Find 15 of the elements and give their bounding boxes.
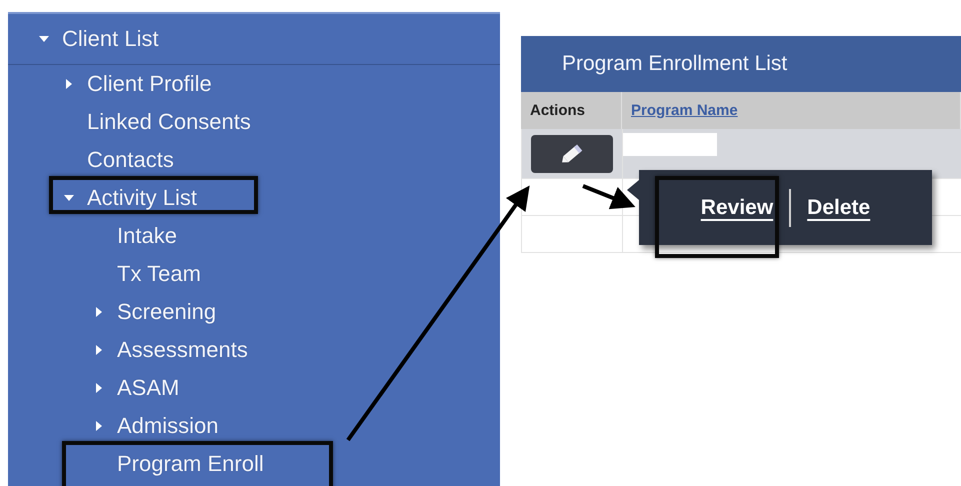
menu-item[interactable]: Screening: [117, 299, 216, 325]
menu-item[interactable]: Admission: [117, 413, 218, 439]
menu-item[interactable]: Program Enroll: [117, 451, 264, 477]
menu-item[interactable]: Intake: [117, 223, 177, 249]
menu-item[interactable]: Activity List: [87, 185, 198, 211]
menu-item[interactable]: Assessments: [117, 337, 248, 363]
panel-title: Program Enrollment List: [521, 36, 961, 92]
action-link[interactable]: Delete: [807, 196, 870, 220]
menu-item[interactable]: Tx Team: [117, 261, 201, 287]
menu-item[interactable]: Contacts: [87, 147, 174, 173]
menu-item[interactable]: Linked Consents: [87, 109, 251, 135]
action-link[interactable]: Review: [700, 196, 774, 220]
menu-item[interactable]: ASAM: [117, 375, 180, 401]
menu-heading[interactable]: Client List: [62, 26, 159, 52]
menu-item[interactable]: Client Profile: [87, 71, 212, 97]
